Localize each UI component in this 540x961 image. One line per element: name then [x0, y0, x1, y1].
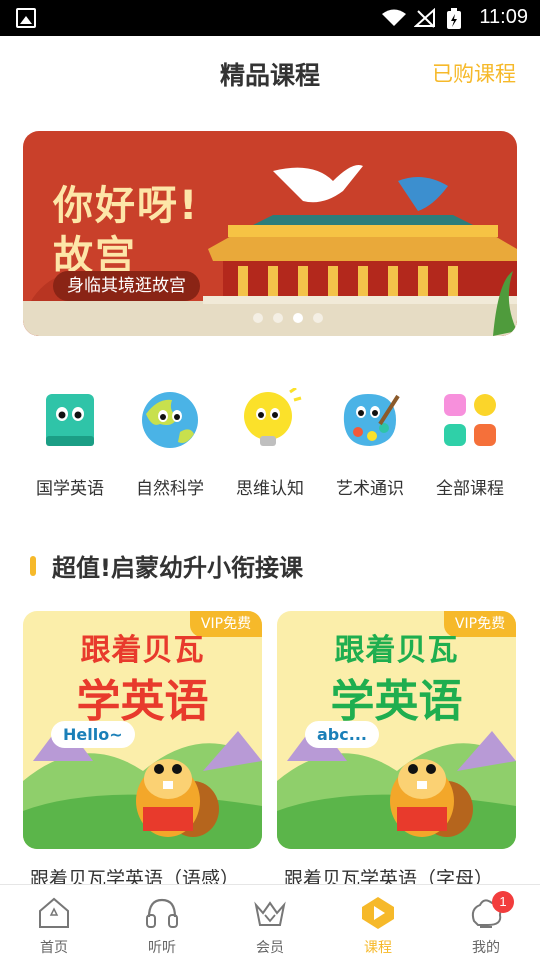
section-title: 超值!启蒙幼升小衔接课: [30, 548, 303, 583]
header: 精品课程 已购课程: [0, 36, 540, 108]
category-label: 思维认知: [236, 479, 304, 499]
tab-label: 听听: [148, 940, 176, 956]
bottom-tab-bar: 首页 听听 会员 课程 我的 1: [0, 884, 540, 960]
battery-charging-icon: [447, 8, 461, 29]
banner-carousel[interactable]: 你好呀! 故宫 身临其境逛故宫: [23, 131, 517, 336]
carousel-indicator: [253, 313, 323, 323]
course-card[interactable]: VIP免费 跟着贝瓦 学英语 Hello~: [23, 611, 262, 849]
tab-label: 我的: [472, 940, 500, 956]
beaver-mascot: [136, 759, 219, 837]
cover-title: 跟着贝瓦: [334, 633, 459, 668]
bulb-face-icon: [244, 386, 302, 446]
home-icon: [39, 897, 69, 928]
cover-speech-bubble: abc...: [305, 721, 379, 748]
category-label: 全部课程: [436, 479, 504, 499]
category-guoxue-english[interactable]: 国学英语: [20, 380, 120, 499]
headphones-icon: [146, 898, 178, 928]
crown-icon: [254, 901, 286, 926]
banner-subtitle: 身临其境逛故宫: [53, 271, 200, 301]
tab-courses[interactable]: 课程: [324, 885, 432, 961]
carousel-dot: [253, 313, 263, 323]
tab-label: 首页: [40, 940, 68, 956]
no-signal-icon: [414, 8, 435, 28]
tab-label: 课程: [364, 940, 392, 956]
category-art[interactable]: 艺术通识: [320, 380, 420, 499]
gallery-icon: [16, 8, 36, 28]
wifi-icon: [382, 9, 406, 26]
category-all-courses[interactable]: 全部课程: [420, 380, 520, 499]
cover-subtitle: 学英语: [76, 676, 209, 727]
category-label: 国学英语: [36, 479, 104, 499]
category-label: 自然科学: [136, 479, 204, 499]
category-thinking[interactable]: 思维认知: [220, 380, 320, 499]
tab-profile[interactable]: 我的 1: [432, 885, 540, 961]
tab-membership[interactable]: 会员: [216, 885, 324, 961]
purchased-courses-link[interactable]: 已购课程: [432, 58, 516, 88]
notification-badge: 1: [492, 891, 514, 913]
cover-title: 跟着贝瓦: [80, 633, 205, 668]
palette-face-icon: [343, 394, 400, 446]
tab-listen[interactable]: 听听: [108, 885, 216, 961]
category-label: 艺术通识: [336, 479, 404, 499]
clock: 11:09: [479, 6, 528, 28]
book-face-icon: [46, 394, 94, 446]
category-natural-science[interactable]: 自然科学: [120, 380, 220, 499]
play-icon: [362, 897, 394, 929]
carousel-dot: [313, 313, 323, 323]
tab-label: 会员: [256, 940, 284, 956]
carousel-dot: [273, 313, 283, 323]
cover-subtitle: 学英语: [330, 676, 463, 727]
globe-face-icon: [142, 392, 198, 448]
tab-home[interactable]: 首页: [0, 885, 108, 961]
status-bar: 11:09: [0, 0, 540, 36]
beaver-mascot: [390, 759, 473, 837]
category-row: 国学英语 自然科学 思维认知 艺术通识 全部课程: [0, 380, 540, 500]
course-card[interactable]: VIP免费 跟着贝瓦 学英语 abc...: [277, 611, 516, 849]
carousel-dot-active: [293, 313, 303, 323]
grid-icon: [444, 394, 496, 446]
